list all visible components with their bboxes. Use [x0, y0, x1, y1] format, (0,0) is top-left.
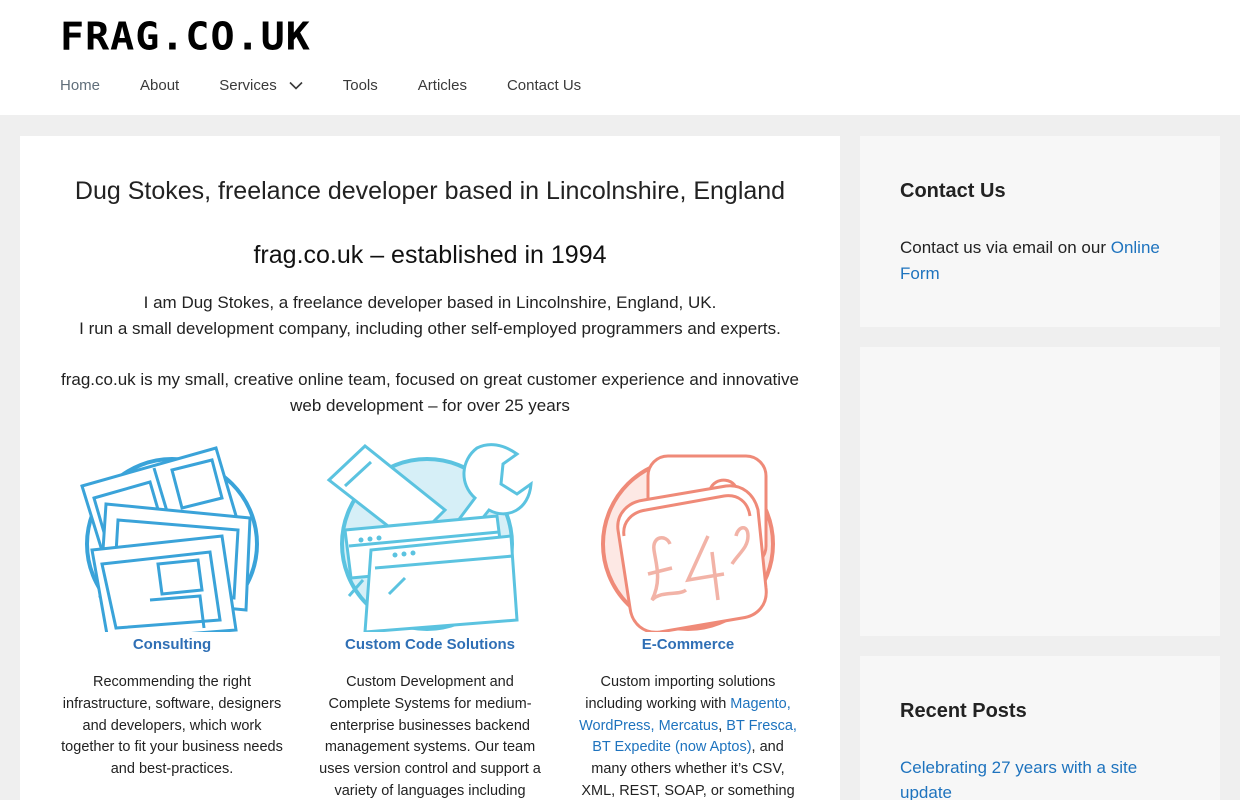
nav-item-contact-us[interactable]: Contact Us: [507, 77, 581, 94]
pound-cards-icon: [601, 454, 775, 632]
feature-title[interactable]: Custom Code Solutions: [316, 636, 544, 654]
main-navigation: Home About Services Tools Articles Conta…: [60, 74, 621, 96]
contact-widget: Contact Us Contact us via email on our O…: [860, 136, 1220, 327]
widget-title: Contact Us: [900, 180, 1006, 202]
documents-icon: [80, 446, 259, 632]
intro-paragraph: I am Dug Stokes, a freelance developer b…: [60, 290, 800, 341]
contact-text-label: Contact us via email on our: [900, 238, 1111, 257]
page-title: Dug Stokes, freelance developer based in…: [74, 177, 786, 205]
feature-custom-code: Custom Code Solutions Custom Development…: [316, 440, 544, 800]
feature-description: Recommending the right infrastructure, s…: [61, 674, 283, 778]
feature-ecommerce: E-Commerce Custom importing solutions in…: [574, 440, 802, 800]
site-header: FRAG.CO.UK Home About Services Tools Art…: [0, 0, 1240, 115]
nav-item-home[interactable]: Home: [60, 77, 100, 94]
feature-consulting: Consulting Recommending the right infras…: [58, 440, 286, 781]
empty-widget: [860, 347, 1220, 636]
page-subtitle: frag.co.uk – established in 1994: [253, 241, 607, 269]
feature-title[interactable]: Consulting: [58, 636, 286, 654]
feature-description: Custom importing solutions including wor…: [574, 672, 802, 800]
nav-item-about[interactable]: About: [140, 77, 179, 94]
chevron-down-icon[interactable]: [289, 81, 303, 90]
nav-item-services[interactable]: Services: [219, 77, 303, 94]
nav-item-tools[interactable]: Tools: [343, 77, 378, 94]
main-content: Dug Stokes, freelance developer based in…: [20, 136, 840, 800]
feature-description: Custom Development and Complete Systems …: [319, 674, 541, 799]
widget-title: Recent Posts: [900, 700, 1027, 722]
site-logo[interactable]: FRAG.CO.UK: [60, 15, 311, 59]
recent-post-link[interactable]: Celebrating 27 years with a site update: [900, 755, 1190, 800]
intro-line-1: I am Dug Stokes, a freelance developer b…: [143, 293, 717, 312]
intro-line-2: I run a small development company, inclu…: [79, 318, 781, 338]
recent-posts-widget: Recent Posts Celebrating 27 years with a…: [860, 656, 1220, 800]
intro-paragraph-2: frag.co.uk is my small, creative online …: [61, 370, 799, 415]
nav-item-articles[interactable]: Articles: [418, 77, 467, 94]
contact-text: Contact us via email on our Online Form: [900, 235, 1190, 287]
nav-item-services-label: Services: [219, 76, 277, 94]
tools-browser-icon: [326, 443, 533, 632]
feature-title[interactable]: E-Commerce: [574, 636, 802, 654]
